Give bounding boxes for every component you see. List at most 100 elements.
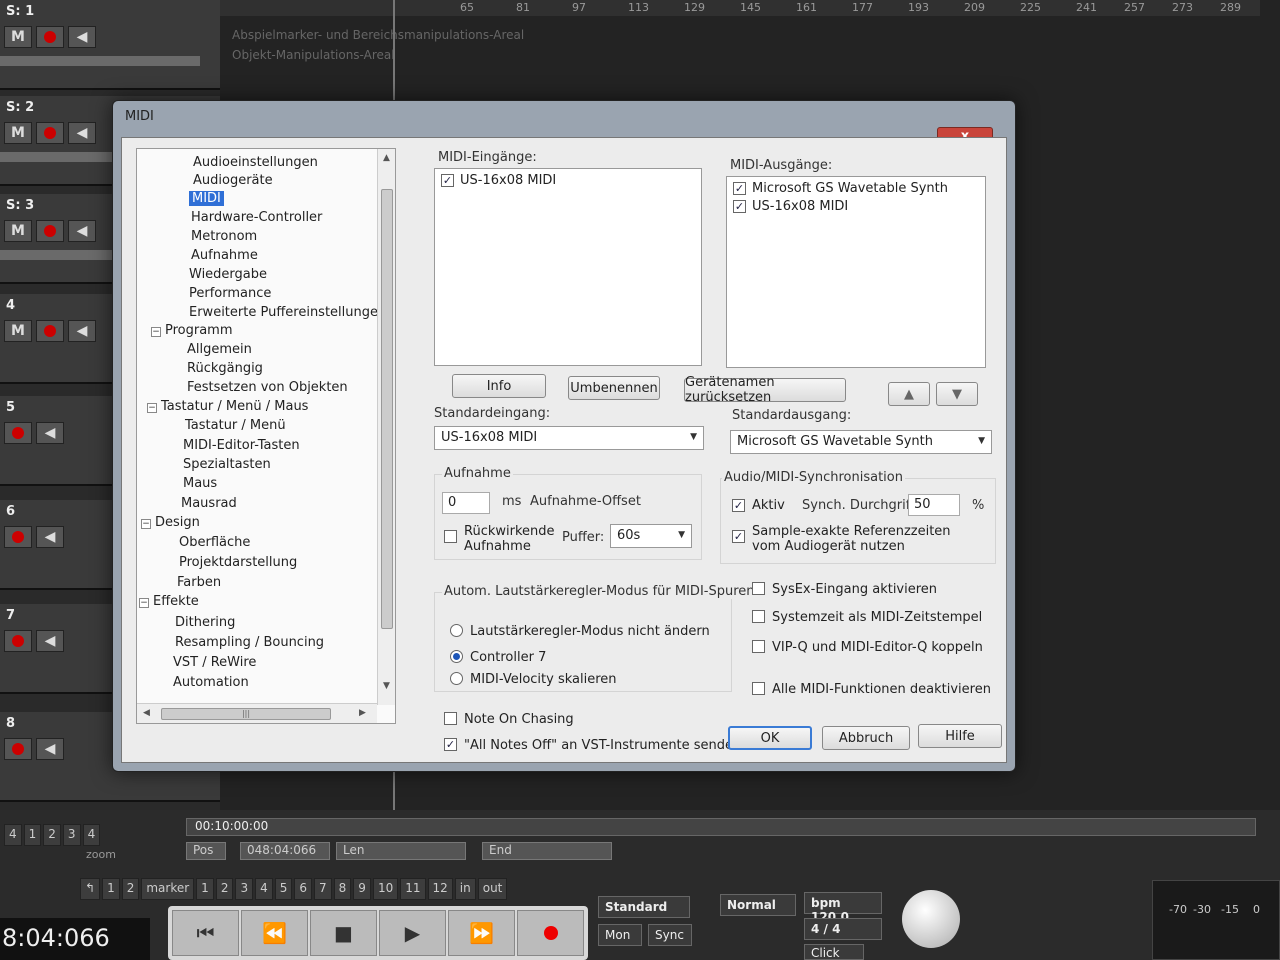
checkbox-checked-icon[interactable]: ✓: [441, 174, 454, 187]
mute-button[interactable]: M: [4, 220, 32, 242]
marker-number[interactable]: 2: [215, 878, 234, 900]
marker-number[interactable]: 1: [196, 878, 214, 900]
radio-unselected-icon[interactable]: [450, 672, 463, 685]
tree-item[interactable]: Aufnahme: [191, 248, 258, 263]
timeline-ruler[interactable]: 65 81 97 113 129 145 161 177 193 209 225…: [220, 0, 1260, 16]
track-1[interactable]: S: 1 M ◀: [0, 0, 220, 90]
checkbox-unchecked-icon[interactable]: [444, 712, 457, 725]
midi-output-item[interactable]: ✓ Microsoft GS Wavetable Synth: [733, 181, 948, 196]
scroll-thumb[interactable]: |||: [161, 708, 331, 720]
scroll-down-icon[interactable]: ▼: [383, 681, 390, 691]
collapse-icon[interactable]: −: [147, 403, 157, 413]
checkbox-unchecked-icon[interactable]: [752, 640, 765, 653]
zoom-button[interactable]: 1: [23, 824, 42, 846]
volume-lane[interactable]: [0, 56, 200, 66]
cancel-button[interactable]: Abbruch: [822, 726, 910, 750]
marker-number[interactable]: 5: [274, 878, 293, 900]
collapse-icon[interactable]: −: [139, 598, 149, 608]
mode-select-standard[interactable]: Standard: [598, 896, 690, 918]
checkbox-checked-icon[interactable]: ✓: [444, 738, 457, 751]
play-icon[interactable]: ▶: [379, 910, 446, 956]
checkbox-unchecked-icon[interactable]: [444, 530, 457, 543]
speaker-icon[interactable]: ◀: [68, 320, 96, 342]
collapse-icon[interactable]: −: [151, 327, 161, 337]
marker-number[interactable]: 4: [255, 878, 273, 900]
record-arm-button[interactable]: [4, 526, 32, 548]
record-arm-button[interactable]: [4, 738, 32, 760]
checkbox-checked-icon[interactable]: ✓: [733, 182, 746, 195]
time-signature-field[interactable]: 4 / 4: [804, 918, 882, 940]
default-input-select[interactable]: US-16x08 MIDI ▼: [434, 426, 704, 450]
tree-item[interactable]: VST / ReWire: [173, 655, 256, 670]
marker-number[interactable]: 8: [333, 878, 352, 900]
marker-number[interactable]: 11: [400, 878, 426, 900]
tree-item[interactable]: Resampling / Bouncing: [175, 635, 324, 650]
mon-button[interactable]: Mon: [598, 924, 642, 946]
rename-button[interactable]: Umbenennen: [568, 376, 660, 400]
master-volume-knob[interactable]: [902, 890, 960, 948]
speaker-icon[interactable]: ◀: [36, 630, 64, 652]
tree-item[interactable]: Wiedergabe: [189, 267, 267, 282]
scroll-thumb[interactable]: [381, 189, 393, 629]
tree-item[interactable]: Farben: [177, 575, 221, 590]
tree-item[interactable]: Audioeinstellungen: [193, 155, 318, 170]
marker-number[interactable]: 7: [314, 878, 332, 900]
sync-button[interactable]: Sync: [648, 924, 692, 946]
end-field[interactable]: End: [482, 842, 612, 860]
speaker-icon[interactable]: ◀: [36, 526, 64, 548]
tree-group[interactable]: Tastatur / Menü / Maus: [161, 399, 308, 414]
move-up-button[interactable]: ▲: [888, 382, 930, 406]
tree-item[interactable]: Performance: [189, 286, 271, 301]
tree-item[interactable]: Erweiterte Puffereinstellungen: [189, 305, 377, 320]
tree-item[interactable]: Rückgängig: [187, 361, 263, 376]
midi-outputs-list[interactable]: ✓ Microsoft GS Wavetable Synth ✓ US-16x0…: [726, 176, 986, 368]
volume-option[interactable]: MIDI-Velocity skalieren: [450, 672, 617, 687]
checkbox-unchecked-icon[interactable]: [752, 682, 765, 695]
radio-selected-icon[interactable]: [450, 650, 463, 663]
rewind-icon[interactable]: ⏪: [241, 910, 308, 956]
checkbox-checked-icon[interactable]: ✓: [733, 200, 746, 213]
in-button[interactable]: in: [454, 878, 476, 900]
tree-item[interactable]: Projektdarstellung: [179, 555, 297, 570]
tree-item[interactable]: Automation: [173, 675, 249, 690]
tree-item[interactable]: Hardware-Controller: [191, 210, 322, 225]
sync-grip-input[interactable]: 50: [908, 494, 960, 516]
speaker-icon[interactable]: ◀: [68, 26, 96, 48]
marker-number[interactable]: 10: [372, 878, 399, 900]
tree-item[interactable]: Spezialtasten: [183, 457, 271, 472]
collapse-icon[interactable]: −: [141, 519, 151, 529]
sync-active-option[interactable]: ✓ Aktiv: [732, 498, 785, 513]
tree-group[interactable]: Effekte: [153, 594, 199, 609]
record-arm-button[interactable]: [4, 630, 32, 652]
info-button[interactable]: Info: [452, 374, 546, 398]
marker-number[interactable]: 6: [294, 878, 313, 900]
record-button[interactable]: [517, 910, 584, 956]
tree-item[interactable]: Oberfläche: [179, 535, 250, 550]
radio-unselected-icon[interactable]: [450, 624, 463, 637]
midi-output-item[interactable]: ✓ US-16x08 MIDI: [733, 199, 848, 214]
checkbox-checked-icon[interactable]: ✓: [732, 499, 745, 512]
tree-item[interactable]: Audiogeräte: [193, 173, 273, 188]
tree-vertical-scrollbar[interactable]: ▲ ▼: [377, 149, 395, 705]
default-output-select[interactable]: Microsoft GS Wavetable Synth ▼: [730, 430, 992, 454]
midi-input-item[interactable]: ✓ US-16x08 MIDI: [441, 173, 556, 188]
move-down-button[interactable]: ▼: [936, 382, 978, 406]
help-button[interactable]: Hilfe: [918, 724, 1002, 748]
record-arm-button[interactable]: [36, 26, 64, 48]
settings-tree[interactable]: Audioeinstellungen Audiogeräte MIDI Hard…: [136, 148, 396, 724]
marker-number[interactable]: 1: [102, 878, 120, 900]
tree-group[interactable]: Programm: [165, 323, 233, 338]
checkbox-unchecked-icon[interactable]: [752, 582, 765, 595]
zoom-button[interactable]: 4: [82, 824, 101, 846]
scroll-up-icon[interactable]: ▲: [383, 153, 390, 163]
mute-button[interactable]: M: [4, 320, 32, 342]
tree-item[interactable]: Festsetzen von Objekten: [187, 380, 348, 395]
tree-item[interactable]: MIDI-Editor-Tasten: [183, 438, 300, 453]
all-notes-off-option[interactable]: ✓ "All Notes Off" an VST-Instrumente sen…: [444, 738, 741, 753]
zoom-button[interactable]: 4: [4, 824, 22, 846]
mode-select-normal[interactable]: Normal: [720, 894, 796, 916]
go-to-start-icon[interactable]: ⏮: [172, 910, 239, 956]
retroactive-recording-option[interactable]: Rückwirkende Aufnahme: [444, 524, 555, 554]
tree-group[interactable]: Design: [155, 515, 200, 530]
reset-device-names-button[interactable]: Gerätenamen zurücksetzen: [684, 375, 846, 405]
